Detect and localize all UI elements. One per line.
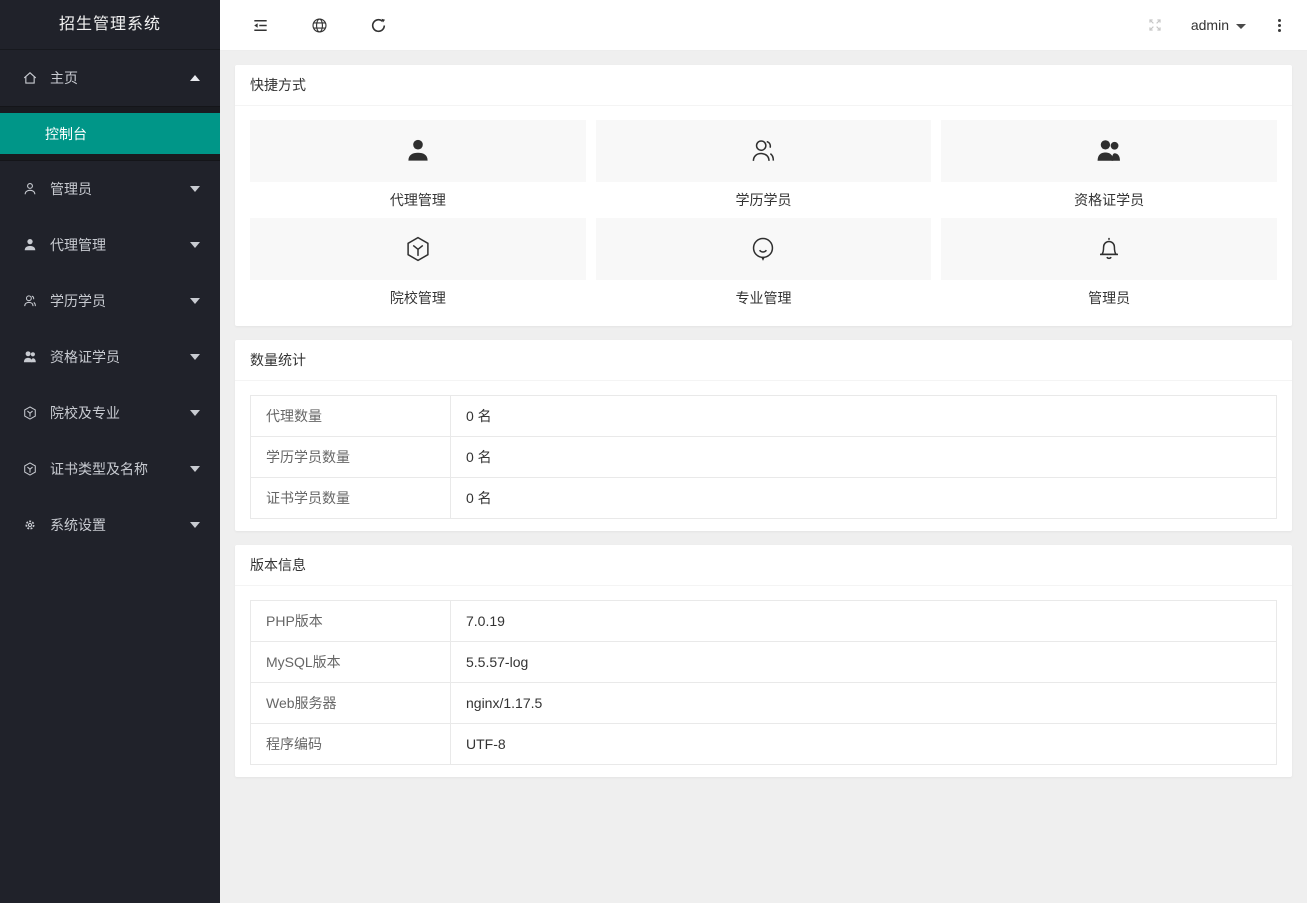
shortcut-tiles: 代理管理 学历学员 bbox=[250, 120, 1277, 314]
refresh-icon[interactable] bbox=[368, 15, 388, 35]
stat-label: 学历学员数量 bbox=[251, 437, 451, 478]
user-filled-icon bbox=[22, 237, 38, 253]
kebab-menu-icon[interactable] bbox=[1272, 15, 1287, 36]
users-filled-icon bbox=[1094, 136, 1124, 166]
sidebar-item-administrators[interactable]: 管理员 bbox=[0, 161, 220, 217]
statistics-card: 数量统计 代理数量 0 名 学历学员数量 0 名 bbox=[235, 340, 1292, 531]
table-row: PHP版本 7.0.19 bbox=[251, 601, 1277, 642]
version-label: 程序编码 bbox=[251, 724, 451, 765]
collapse-menu-icon[interactable] bbox=[250, 15, 270, 35]
version-label: MySQL版本 bbox=[251, 642, 451, 683]
card-title: 数量统计 bbox=[235, 340, 1292, 381]
sidebar-subitem-label: 控制台 bbox=[45, 124, 87, 144]
version-label: Web服务器 bbox=[251, 683, 451, 724]
tile-label: 学历学员 bbox=[596, 182, 932, 216]
table-row: MySQL版本 5.5.57-log bbox=[251, 642, 1277, 683]
cube-icon bbox=[403, 234, 433, 264]
statistics-table: 代理数量 0 名 学历学员数量 0 名 证书学员数量 0 名 bbox=[250, 395, 1277, 519]
tile-label: 资格证学员 bbox=[941, 182, 1277, 216]
card-title: 版本信息 bbox=[235, 545, 1292, 586]
stat-label: 证书学员数量 bbox=[251, 478, 451, 519]
table-row: 程序编码 UTF-8 bbox=[251, 724, 1277, 765]
users-filled-icon bbox=[22, 349, 38, 365]
bell-icon bbox=[1094, 234, 1124, 264]
shortcut-majors[interactable]: 专业管理 bbox=[596, 218, 932, 314]
shortcut-agents[interactable]: 代理管理 bbox=[250, 120, 586, 216]
sidebar-item-certificate-students[interactable]: 资格证学员 bbox=[0, 329, 220, 385]
users-outline-icon bbox=[22, 293, 38, 309]
stat-label: 代理数量 bbox=[251, 396, 451, 437]
sidebar-item-home[interactable]: 主页 bbox=[0, 50, 220, 106]
sidebar-item-label: 代理管理 bbox=[50, 235, 190, 255]
tile-label: 管理员 bbox=[941, 280, 1277, 314]
version-card: 版本信息 PHP版本 7.0.19 MySQL版本 5.5.57-log bbox=[235, 545, 1292, 777]
cube-icon bbox=[22, 405, 38, 421]
home-icon bbox=[22, 70, 38, 86]
chevron-down-icon bbox=[1236, 24, 1246, 29]
shortcut-administrators[interactable]: 管理员 bbox=[941, 218, 1277, 314]
version-value: 7.0.19 bbox=[451, 601, 1277, 642]
sidebar-item-label: 管理员 bbox=[50, 179, 190, 199]
chevron-down-icon bbox=[190, 242, 200, 248]
chevron-up-icon bbox=[190, 75, 200, 81]
topbar: admin bbox=[220, 0, 1307, 51]
sidebar-item-agents[interactable]: 代理管理 bbox=[0, 217, 220, 273]
shortcut-schools[interactable]: 院校管理 bbox=[250, 218, 586, 314]
table-row: 证书学员数量 0 名 bbox=[251, 478, 1277, 519]
tile-label: 院校管理 bbox=[250, 280, 586, 314]
user-outline-icon bbox=[22, 181, 38, 197]
chevron-down-icon bbox=[190, 410, 200, 416]
content-column: admin 快捷方式 bbox=[220, 0, 1307, 903]
tile-label: 代理管理 bbox=[250, 182, 586, 216]
sidebar-item-schools-majors[interactable]: 院校及专业 bbox=[0, 385, 220, 441]
version-value: UTF-8 bbox=[451, 724, 1277, 765]
app-logo-title: 招生管理系统 bbox=[0, 0, 220, 50]
chevron-down-icon bbox=[190, 522, 200, 528]
app-window: 招生管理系统 主页 控制台 管理员 bbox=[0, 0, 1307, 903]
globe-icon[interactable] bbox=[309, 15, 329, 35]
shortcuts-card: 快捷方式 代理管理 bbox=[235, 65, 1292, 326]
gear-icon bbox=[22, 517, 38, 533]
sidebar-item-label: 学历学员 bbox=[50, 291, 190, 311]
sidebar-item-certificate-types[interactable]: 证书类型及名称 bbox=[0, 441, 220, 497]
sidebar-item-label: 系统设置 bbox=[50, 515, 190, 535]
card-title: 快捷方式 bbox=[235, 65, 1292, 106]
stat-value: 0 名 bbox=[451, 478, 1277, 519]
shortcut-degree-students[interactable]: 学历学员 bbox=[596, 120, 932, 216]
version-value: nginx/1.17.5 bbox=[451, 683, 1277, 724]
sidebar-item-console[interactable]: 控制台 bbox=[0, 113, 220, 154]
users-outline-icon bbox=[748, 136, 778, 166]
sidebar-item-label: 资格证学员 bbox=[50, 347, 190, 367]
chevron-down-icon bbox=[190, 186, 200, 192]
sidebar-item-degree-students[interactable]: 学历学员 bbox=[0, 273, 220, 329]
sidebar-item-label: 院校及专业 bbox=[50, 403, 190, 423]
topbar-left-actions bbox=[250, 15, 388, 35]
shortcut-certificate-students[interactable]: 资格证学员 bbox=[941, 120, 1277, 216]
stat-value: 0 名 bbox=[451, 437, 1277, 478]
username: admin bbox=[1191, 17, 1229, 33]
user-filled-icon bbox=[403, 136, 433, 166]
version-table: PHP版本 7.0.19 MySQL版本 5.5.57-log Web服务器 n… bbox=[250, 600, 1277, 765]
user-menu[interactable]: admin bbox=[1191, 17, 1246, 33]
sidebar-submenu-home: 控制台 bbox=[0, 106, 220, 161]
sidebar-item-label: 主页 bbox=[50, 68, 190, 88]
sidebar-item-label: 证书类型及名称 bbox=[50, 459, 190, 479]
version-value: 5.5.57-log bbox=[451, 642, 1277, 683]
chevron-down-icon bbox=[190, 466, 200, 472]
chevron-down-icon bbox=[190, 354, 200, 360]
topbar-right-actions: admin bbox=[1145, 15, 1287, 36]
tile-label: 专业管理 bbox=[596, 280, 932, 314]
table-row: Web服务器 nginx/1.17.5 bbox=[251, 683, 1277, 724]
version-label: PHP版本 bbox=[251, 601, 451, 642]
smile-face-icon bbox=[748, 234, 778, 264]
chevron-down-icon bbox=[190, 298, 200, 304]
sidebar-item-system-settings[interactable]: 系统设置 bbox=[0, 497, 220, 553]
fullscreen-icon[interactable] bbox=[1145, 15, 1165, 35]
table-row: 代理数量 0 名 bbox=[251, 396, 1277, 437]
cube-icon bbox=[22, 461, 38, 477]
stat-value: 0 名 bbox=[451, 396, 1277, 437]
sidebar: 招生管理系统 主页 控制台 管理员 bbox=[0, 0, 220, 903]
table-row: 学历学员数量 0 名 bbox=[251, 437, 1277, 478]
main-content: 快捷方式 代理管理 bbox=[220, 51, 1307, 903]
